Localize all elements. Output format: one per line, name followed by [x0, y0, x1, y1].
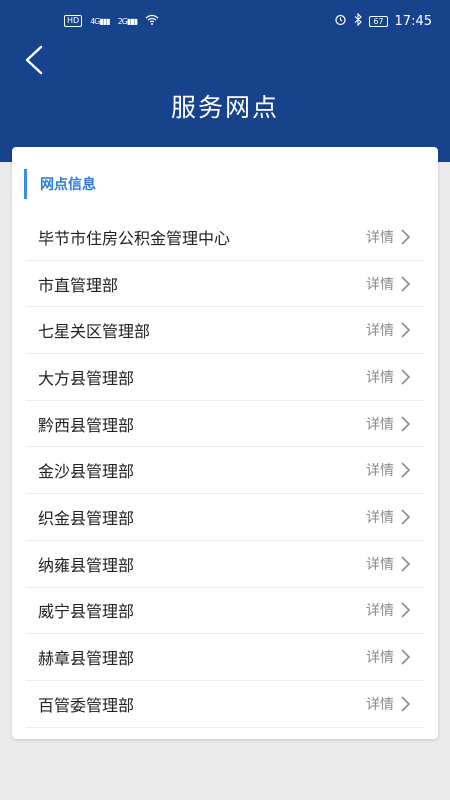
bluetooth-icon [354, 12, 363, 30]
wifi-icon [145, 14, 159, 28]
list-item[interactable]: 百管委管理部 详情 [26, 681, 424, 728]
branch-name: 赫章县管理部 [38, 649, 135, 669]
chevron-right-icon [400, 462, 410, 478]
branch-name: 金沙县管理部 [38, 462, 135, 482]
branch-name: 七星关区管理部 [38, 322, 151, 342]
list-item[interactable]: 市直管理部 详情 [26, 261, 424, 308]
battery-indicator: 67 [369, 15, 388, 27]
status-right: 67 17:45 [334, 12, 432, 30]
list-item[interactable]: 金沙县管理部 详情 [26, 447, 424, 495]
chevron-right-icon [400, 229, 410, 245]
detail-label: 详情 [366, 229, 394, 246]
list-item[interactable]: 纳雍县管理部 详情 [26, 541, 424, 588]
detail-link[interactable]: 详情 [366, 554, 410, 574]
branch-name: 百管委管理部 [38, 695, 135, 715]
list-item[interactable]: 黔西县管理部 详情 [26, 401, 424, 448]
branch-name: 黔西县管理部 [38, 415, 135, 435]
chevron-right-icon [400, 369, 410, 385]
list-item[interactable]: 赫章县管理部 详情 [26, 634, 424, 681]
detail-link[interactable]: 详情 [366, 274, 410, 294]
chevron-right-icon [400, 416, 410, 432]
list-item[interactable]: 织金县管理部 详情 [26, 494, 424, 541]
chevron-right-icon [400, 696, 410, 712]
detail-link[interactable]: 详情 [366, 460, 410, 480]
detail-label: 详情 [366, 556, 394, 573]
branch-name: 威宁县管理部 [38, 602, 135, 622]
detail-link[interactable]: 详情 [366, 507, 410, 527]
detail-label: 详情 [366, 603, 394, 620]
signal-4g-icon: 4G▮▮▮ [90, 16, 110, 26]
signal-2g-icon: 2G▮▮▮ [117, 16, 138, 26]
detail-label: 详情 [366, 696, 394, 713]
branch-list: 毕节市住房公积金管理中心 详情 市直管理部 详情 七星关区管理部 详情 大方县管… [26, 214, 424, 728]
branch-name: 织金县管理部 [38, 508, 135, 528]
page-title: 服务网点 [170, 93, 279, 122]
chevron-right-icon [400, 322, 410, 338]
chevron-right-icon [400, 509, 410, 525]
app-header: HD 4G▮▮▮ 2G▮▮▮ 67 17:45 服务网点 [0, 0, 450, 162]
detail-label: 详情 [366, 276, 394, 293]
chevron-left-icon [23, 45, 45, 79]
hd-badge: HD [64, 15, 83, 27]
detail-label: 详情 [366, 463, 394, 480]
detail-link[interactable]: 详情 [366, 647, 410, 667]
list-item[interactable]: 七星关区管理部 详情 [26, 307, 424, 355]
detail-link[interactable]: 详情 [366, 367, 410, 387]
detail-link[interactable]: 详情 [366, 414, 410, 434]
list-item[interactable]: 威宁县管理部 详情 [26, 588, 424, 635]
branch-name: 大方县管理部 [38, 368, 135, 388]
branch-name: 市直管理部 [38, 275, 119, 295]
alarm-icon [334, 13, 347, 30]
detail-label: 详情 [366, 650, 394, 667]
detail-label: 详情 [366, 369, 394, 386]
list-item[interactable]: 大方县管理部 详情 [26, 354, 424, 401]
detail-link[interactable]: 详情 [366, 227, 410, 247]
detail-label: 详情 [366, 323, 394, 340]
chevron-right-icon [400, 649, 410, 665]
status-left: HD 4G▮▮▮ 2G▮▮▮ [64, 14, 159, 28]
back-button[interactable] [18, 44, 50, 80]
detail-label: 详情 [366, 509, 394, 526]
list-item[interactable]: 毕节市住房公积金管理中心 详情 [26, 214, 424, 261]
detail-link[interactable]: 详情 [366, 694, 410, 714]
chevron-right-icon [400, 275, 410, 292]
chevron-right-icon [400, 602, 410, 618]
branch-name: 纳雍县管理部 [38, 555, 135, 575]
detail-label: 详情 [366, 416, 394, 433]
detail-link[interactable]: 详情 [366, 320, 410, 340]
section-title: 网点信息 [24, 169, 96, 199]
status-bar: HD 4G▮▮▮ 2G▮▮▮ 67 17:45 [0, 0, 450, 42]
detail-link[interactable]: 详情 [366, 600, 410, 620]
branch-list-card: 网点信息 毕节市住房公积金管理中心 详情 市直管理部 详情 七星关区管理部 详情… [12, 147, 438, 739]
chevron-right-icon [400, 556, 410, 572]
branch-name: 毕节市住房公积金管理中心 [38, 228, 231, 248]
status-time: 17:45 [394, 13, 432, 29]
